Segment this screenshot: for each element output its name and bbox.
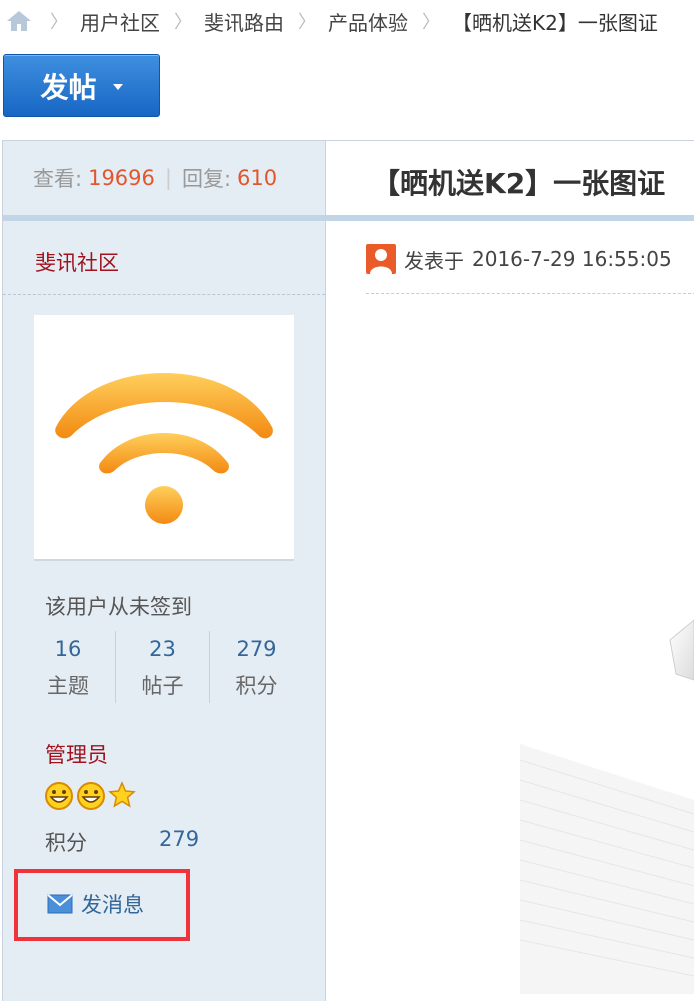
star-rank-icon [108, 781, 136, 808]
breadcrumb-phicomm-router[interactable]: 斐讯路由 [204, 7, 284, 36]
new-post-label: 发帖 [40, 70, 97, 104]
signin-status: 该用户从未签到 [45, 595, 192, 619]
replies-label: 回复: [181, 167, 232, 191]
smiley-rank-icon [45, 782, 73, 810]
divider [366, 293, 694, 294]
breadcrumb: 〉 用户社区 〉 斐讯路由 〉 产品体验 〉 【晒机送K2】一张图证 [0, 0, 694, 42]
breadcrumb-separator: 〉 [174, 12, 192, 33]
thread-title: 【晒机送K2】一张图证 [372, 167, 666, 200]
stat-threads[interactable]: 16 主题 [21, 631, 115, 703]
stat-points-label: 积分 [235, 674, 278, 698]
views-label: 查看: [33, 167, 83, 191]
envelope-icon [47, 894, 73, 914]
author-stats: 16 主题 23 帖子 279 积分 [21, 631, 303, 703]
stat-points[interactable]: 279 积分 [209, 631, 303, 703]
posted-time: 2016-7-29 16:55:05 [472, 247, 672, 271]
breadcrumb-product-experience[interactable]: 产品体验 [328, 7, 408, 36]
stat-posts-label: 帖子 [141, 674, 184, 698]
send-message-label: 发消息 [81, 893, 144, 917]
score-label: 积分 [45, 831, 87, 855]
breadcrumb-community[interactable]: 用户社区 [80, 7, 160, 36]
user-role[interactable]: 管理员 [45, 739, 108, 769]
send-message-link[interactable]: 发消息 [47, 889, 144, 919]
posted-prefix: 发表于 [404, 248, 464, 273]
score-value: 279 [159, 827, 200, 851]
breadcrumb-current-thread[interactable]: 【晒机送K2】一张图证 [452, 7, 658, 36]
post-image[interactable] [520, 600, 694, 994]
post-meta: 发表于 2016-7-29 16:55:05 [366, 244, 672, 274]
score-row: 积分 279 [45, 827, 199, 857]
breadcrumb-separator: 〉 [298, 12, 316, 33]
stat-points-value: 279 [236, 637, 277, 661]
author-sidebar: 查看: 19696 | 回复: 610 斐讯社区 该用户从未签到 16 主题 2… [3, 141, 326, 1001]
avatar[interactable] [34, 315, 294, 561]
divider [3, 294, 325, 295]
rank-icons [44, 781, 136, 811]
chevron-down-icon [112, 84, 123, 90]
stat-threads-label: 主题 [47, 674, 89, 698]
wifi-logo-icon [55, 373, 273, 524]
header-bar [3, 215, 694, 221]
thread-stats: 查看: 19696 | 回复: 610 [3, 141, 325, 215]
author-name-link[interactable]: 斐讯社区 [35, 247, 119, 277]
product-photo [520, 619, 694, 994]
replies-count: 610 [237, 166, 278, 190]
new-post-button[interactable]: 发帖 [3, 54, 160, 117]
home-icon[interactable] [2, 6, 36, 36]
stat-threads-value: 16 [54, 637, 82, 661]
views-count: 19696 [88, 166, 155, 190]
breadcrumb-separator: 〉 [50, 12, 68, 33]
stat-posts-value: 23 [149, 637, 176, 661]
user-icon[interactable] [366, 244, 396, 274]
smiley-rank-icon [77, 782, 105, 810]
stat-posts[interactable]: 23 帖子 [115, 631, 209, 703]
stats-divider: | [164, 166, 172, 190]
breadcrumb-separator: 〉 [422, 12, 440, 33]
